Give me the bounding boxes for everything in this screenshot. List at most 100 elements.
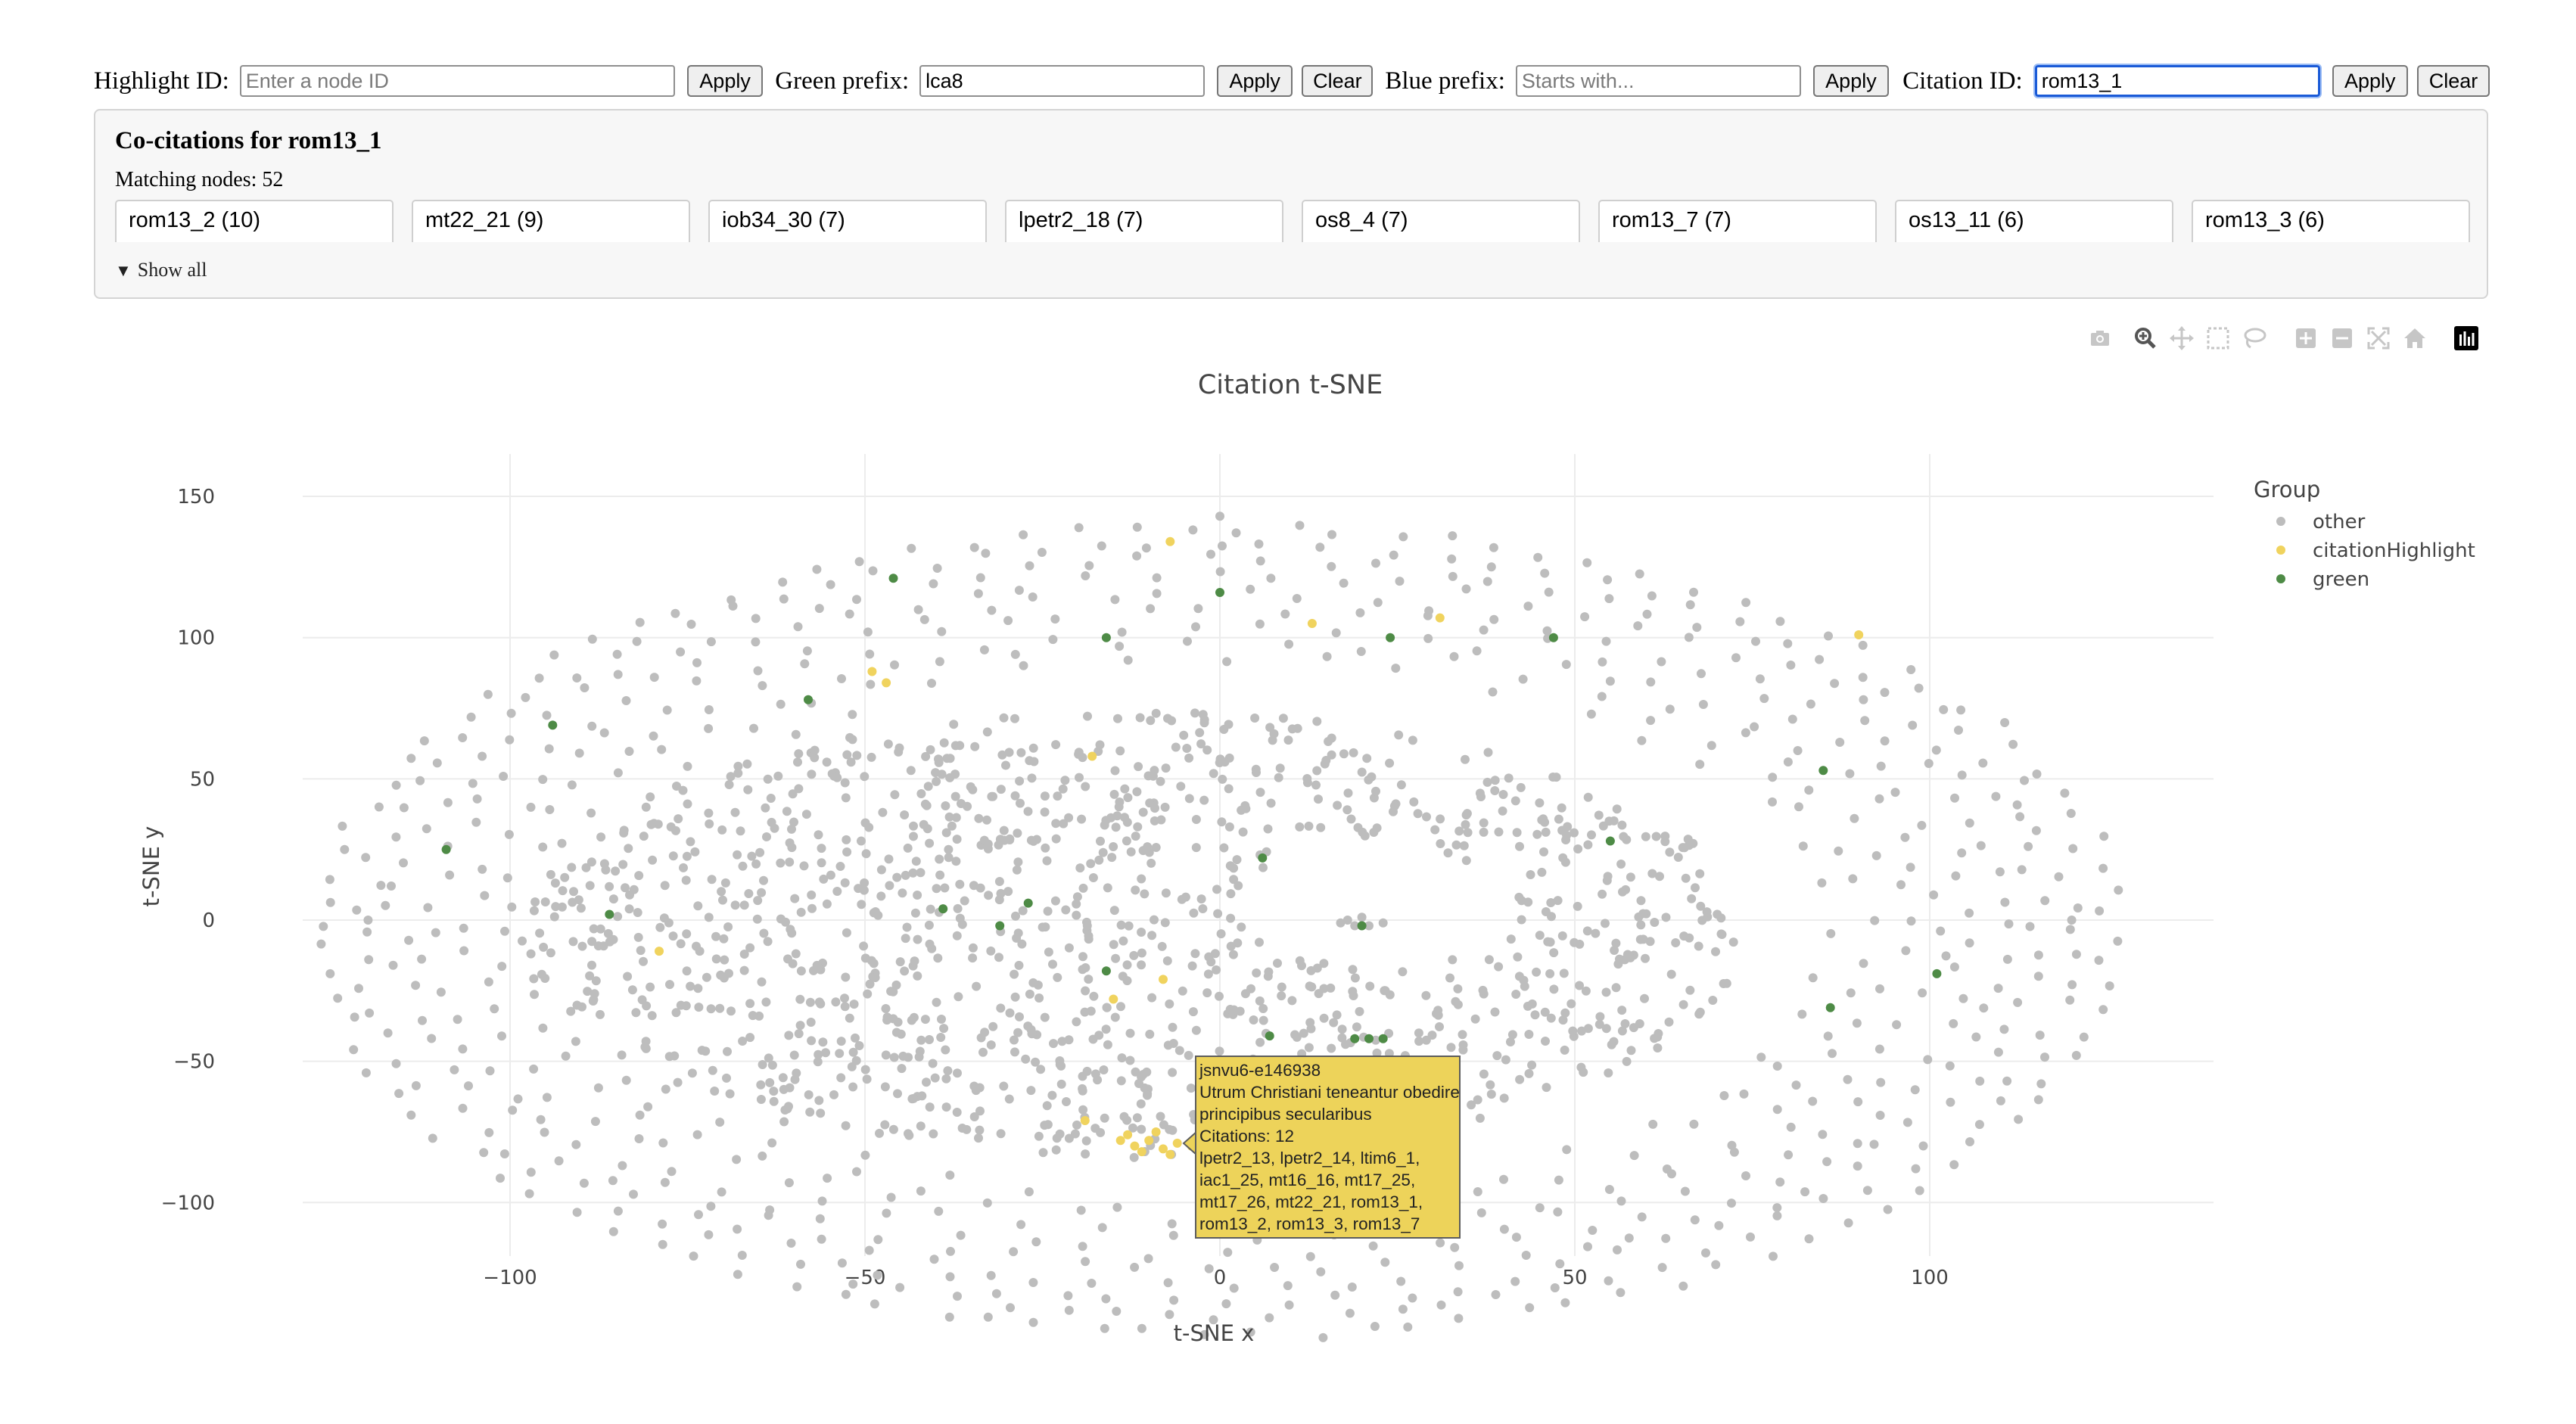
point-citationHighlight[interactable] xyxy=(655,947,664,956)
point-other xyxy=(790,894,800,903)
point-green[interactable] xyxy=(1378,1034,1388,1043)
point-green[interactable] xyxy=(441,844,451,854)
point-citationHighlight[interactable] xyxy=(882,678,891,688)
point-citationHighlight[interactable] xyxy=(1130,1141,1140,1151)
point-citationHighlight[interactable] xyxy=(1087,751,1097,761)
point-green[interactable] xyxy=(548,720,558,730)
point-green[interactable] xyxy=(1605,836,1615,846)
point-green[interactable] xyxy=(1101,633,1111,642)
point-other xyxy=(1263,824,1273,834)
point-citationHighlight[interactable] xyxy=(1115,1136,1125,1146)
reset-axes-icon[interactable] xyxy=(2400,324,2429,353)
point-citationHighlight[interactable] xyxy=(1109,994,1118,1004)
point-citationHighlight[interactable] xyxy=(1435,613,1445,623)
point-other xyxy=(997,750,1007,760)
point-other xyxy=(485,1066,495,1076)
point-other xyxy=(338,821,347,831)
zoom-in-icon[interactable] xyxy=(2291,324,2320,353)
point-green[interactable] xyxy=(1350,1034,1360,1043)
point-other xyxy=(1815,654,1825,664)
point-other xyxy=(540,897,550,906)
point-other xyxy=(1299,1028,1308,1038)
point-other xyxy=(1403,1322,1413,1332)
point-other xyxy=(778,1073,788,1083)
point-green[interactable] xyxy=(938,904,948,914)
pan-icon[interactable] xyxy=(2167,324,2196,353)
point-other xyxy=(915,1046,925,1056)
zoom-out-icon[interactable] xyxy=(2328,324,2357,353)
point-other xyxy=(1433,1006,1443,1015)
point-other xyxy=(1965,1137,1974,1146)
point-other xyxy=(817,858,826,868)
point-citationHighlight[interactable] xyxy=(1159,975,1168,984)
point-other xyxy=(1716,929,1726,939)
point-other xyxy=(1226,913,1236,923)
point-green[interactable] xyxy=(1101,966,1111,976)
point-green[interactable] xyxy=(804,695,813,704)
point-green[interactable] xyxy=(1023,898,1033,908)
point-other xyxy=(572,1208,582,1217)
point-other xyxy=(649,673,659,682)
point-green[interactable] xyxy=(888,574,898,583)
point-citationHighlight[interactable] xyxy=(1137,1147,1146,1157)
point-other xyxy=(1580,612,1590,622)
point-other xyxy=(1228,950,1238,959)
point-green[interactable] xyxy=(1932,969,1942,978)
point-other xyxy=(1553,1207,1563,1217)
point-green[interactable] xyxy=(605,909,614,919)
point-other xyxy=(1604,1185,1614,1194)
point-other xyxy=(1312,963,1322,973)
point-citationHighlight[interactable] xyxy=(1159,1144,1168,1154)
point-other xyxy=(793,622,803,632)
point-other xyxy=(788,789,798,799)
point-green[interactable] xyxy=(1818,766,1828,776)
point-other xyxy=(1423,633,1433,643)
point-citationHighlight[interactable] xyxy=(1165,1149,1175,1159)
point-other xyxy=(1637,1212,1647,1222)
point-green[interactable] xyxy=(1258,853,1268,863)
point-green[interactable] xyxy=(1825,1003,1835,1012)
box-select-icon[interactable] xyxy=(2204,324,2232,353)
point-other xyxy=(1685,600,1695,610)
point-other xyxy=(1195,728,1205,738)
point-green[interactable] xyxy=(1357,921,1367,931)
point-citationHighlight[interactable] xyxy=(1172,1138,1182,1148)
point-other xyxy=(1111,953,1121,963)
zoom-icon[interactable] xyxy=(2131,324,2160,353)
point-other xyxy=(785,857,795,867)
point-citationHighlight[interactable] xyxy=(1144,1136,1154,1146)
point-citationHighlight[interactable] xyxy=(1123,1130,1133,1140)
legend-item-citationHighlight[interactable]: citationHighlight xyxy=(2276,539,2475,562)
point-other xyxy=(1012,865,1022,875)
legend-item-green[interactable]: green xyxy=(2276,568,2369,591)
point-green[interactable] xyxy=(995,921,1005,931)
point-citationHighlight[interactable] xyxy=(1165,536,1175,546)
point-other xyxy=(694,1003,704,1012)
point-other xyxy=(801,810,811,819)
plotly-logo-icon[interactable] xyxy=(2452,324,2481,353)
point-citationHighlight[interactable] xyxy=(1080,1116,1090,1125)
point-green[interactable] xyxy=(1265,1031,1274,1041)
point-other xyxy=(835,862,845,871)
point-citationHighlight[interactable] xyxy=(1151,1127,1161,1136)
autoscale-icon[interactable] xyxy=(2364,324,2393,353)
point-other xyxy=(841,1289,851,1299)
point-other xyxy=(1258,863,1268,872)
point-green[interactable] xyxy=(1364,1034,1374,1043)
point-other xyxy=(1958,993,1968,1003)
point-green[interactable] xyxy=(1215,588,1224,597)
point-other xyxy=(673,1077,683,1087)
point-other xyxy=(1510,796,1520,806)
point-other xyxy=(1923,1055,1933,1065)
point-citationHighlight[interactable] xyxy=(1854,630,1864,639)
point-citationHighlight[interactable] xyxy=(1307,619,1317,628)
point-other xyxy=(418,1015,427,1025)
point-green[interactable] xyxy=(1386,633,1395,642)
camera-icon[interactable] xyxy=(2086,324,2114,353)
point-citationHighlight[interactable] xyxy=(867,667,877,676)
point-green[interactable] xyxy=(1548,633,1558,642)
lasso-select-icon[interactable] xyxy=(2240,324,2269,353)
point-other xyxy=(1339,578,1349,588)
point-other xyxy=(1348,965,1358,975)
legend-item-other[interactable]: other xyxy=(2276,511,2366,533)
